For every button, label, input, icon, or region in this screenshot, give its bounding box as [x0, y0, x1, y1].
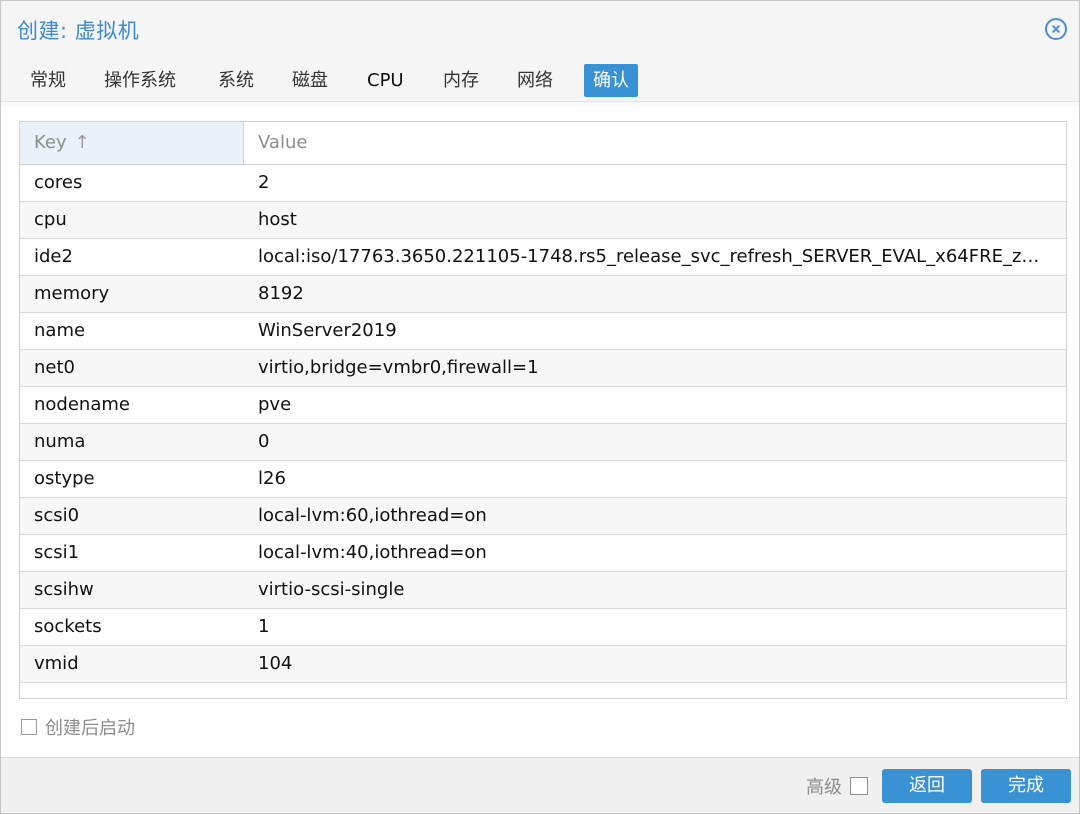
table-row[interactable]: nodename pve	[20, 387, 1066, 424]
table-row[interactable]: numa 0	[20, 424, 1066, 461]
row-key: name	[34, 320, 86, 341]
start-after-create-label: 创建后启动	[45, 718, 135, 739]
table-row[interactable]: name WinServer2019	[20, 313, 1066, 350]
row-key: scsi1	[34, 542, 80, 563]
table-row[interactable]: memory 8192	[20, 276, 1066, 313]
row-key: numa	[34, 431, 86, 452]
row-value: 104	[258, 653, 293, 674]
create-vm-dialog: 创建: 虚拟机 常规 操作系统 系统 磁盘 CPU 内存 网络 确认 Key ↑ …	[0, 0, 1080, 814]
dialog-titlebar: 创建: 虚拟机	[1, 1, 1079, 57]
table-row[interactable]: scsi1 local-lvm:40,iothread=on	[20, 535, 1066, 572]
column-header-value-label: Value	[258, 132, 308, 153]
start-after-create-toggle[interactable]: 创建后启动	[21, 715, 135, 739]
row-value: pve	[258, 394, 292, 415]
advanced-label: 高级	[806, 777, 842, 798]
row-key: ide2	[34, 246, 73, 267]
row-key: cpu	[34, 209, 67, 230]
row-key: sockets	[34, 616, 102, 637]
row-value: WinServer2019	[258, 320, 397, 341]
finish-button[interactable]: 完成	[981, 769, 1071, 803]
grid-body: cores 2 cpu host ide2 local:iso/17763.3650.…	[20, 165, 1066, 683]
tab-memory[interactable]: 内存	[434, 64, 488, 97]
row-value: local:iso/17763.3650.221105-1748.rs5_rel…	[258, 246, 1040, 267]
row-key: vmid	[34, 653, 79, 674]
confirm-panel: Key ↑ Value cores 2 cpu host ide2 local:iso/…	[1, 107, 1079, 757]
table-row[interactable]: cpu host	[20, 202, 1066, 239]
column-header-value[interactable]: Value	[244, 122, 1066, 164]
row-value: local-lvm:60,iothread=on	[258, 505, 487, 526]
table-row[interactable]: scsi0 local-lvm:60,iothread=on	[20, 498, 1066, 535]
row-value: local-lvm:40,iothread=on	[258, 542, 487, 563]
table-row[interactable]: ide2 local:iso/17763.3650.221105-1748.rs5…	[20, 239, 1066, 276]
tab-confirm[interactable]: 确认	[584, 64, 638, 97]
table-row[interactable]: net0 virtio,bridge=vmbr0,firewall=1	[20, 350, 1066, 387]
close-icon[interactable]	[1045, 18, 1067, 40]
row-value: host	[258, 209, 297, 230]
row-key: cores	[34, 172, 83, 193]
advanced-checkbox[interactable]	[850, 777, 868, 795]
row-value: virtio-scsi-single	[258, 579, 405, 600]
tab-network[interactable]: 网络	[508, 64, 562, 97]
advanced-toggle[interactable]: 高级	[806, 774, 868, 798]
row-value: 1	[258, 616, 270, 637]
back-button[interactable]: 返回	[882, 769, 972, 803]
sort-ascending-icon: ↑	[74, 132, 90, 153]
row-key: ostype	[34, 468, 95, 489]
tab-general[interactable]: 常规	[21, 64, 75, 97]
row-key: scsi0	[34, 505, 80, 526]
start-after-create-checkbox[interactable]	[21, 719, 37, 735]
grid-header: Key ↑ Value	[20, 122, 1066, 165]
table-row[interactable]: ostype l26	[20, 461, 1066, 498]
row-key: scsihw	[34, 579, 94, 600]
row-key: memory	[34, 283, 110, 304]
table-row[interactable]: cores 2	[20, 165, 1066, 202]
column-header-key[interactable]: Key ↑	[20, 122, 244, 164]
dialog-footer: 高级 返回 完成	[1, 757, 1079, 813]
summary-grid: Key ↑ Value cores 2 cpu host ide2 local:iso/…	[19, 121, 1067, 699]
row-value: 0	[258, 431, 270, 452]
dialog-title: 创建: 虚拟机	[17, 19, 140, 43]
table-row[interactable]: scsihw virtio-scsi-single	[20, 572, 1066, 609]
row-value: 8192	[258, 283, 304, 304]
tab-disks[interactable]: 磁盘	[283, 64, 337, 97]
row-key: net0	[34, 357, 75, 378]
row-value: l26	[258, 468, 286, 489]
tab-os[interactable]: 操作系统	[95, 64, 185, 97]
wizard-tabs: 常规 操作系统 系统 磁盘 CPU 内存 网络 确认	[1, 61, 1079, 101]
tab-cpu[interactable]: CPU	[358, 64, 413, 97]
row-value: 2	[258, 172, 270, 193]
table-row[interactable]: sockets 1	[20, 609, 1066, 646]
table-row[interactable]: vmid 104	[20, 646, 1066, 683]
row-key: nodename	[34, 394, 130, 415]
row-value: virtio,bridge=vmbr0,firewall=1	[258, 357, 539, 378]
tab-system[interactable]: 系统	[209, 64, 263, 97]
column-header-key-label: Key	[34, 132, 67, 153]
